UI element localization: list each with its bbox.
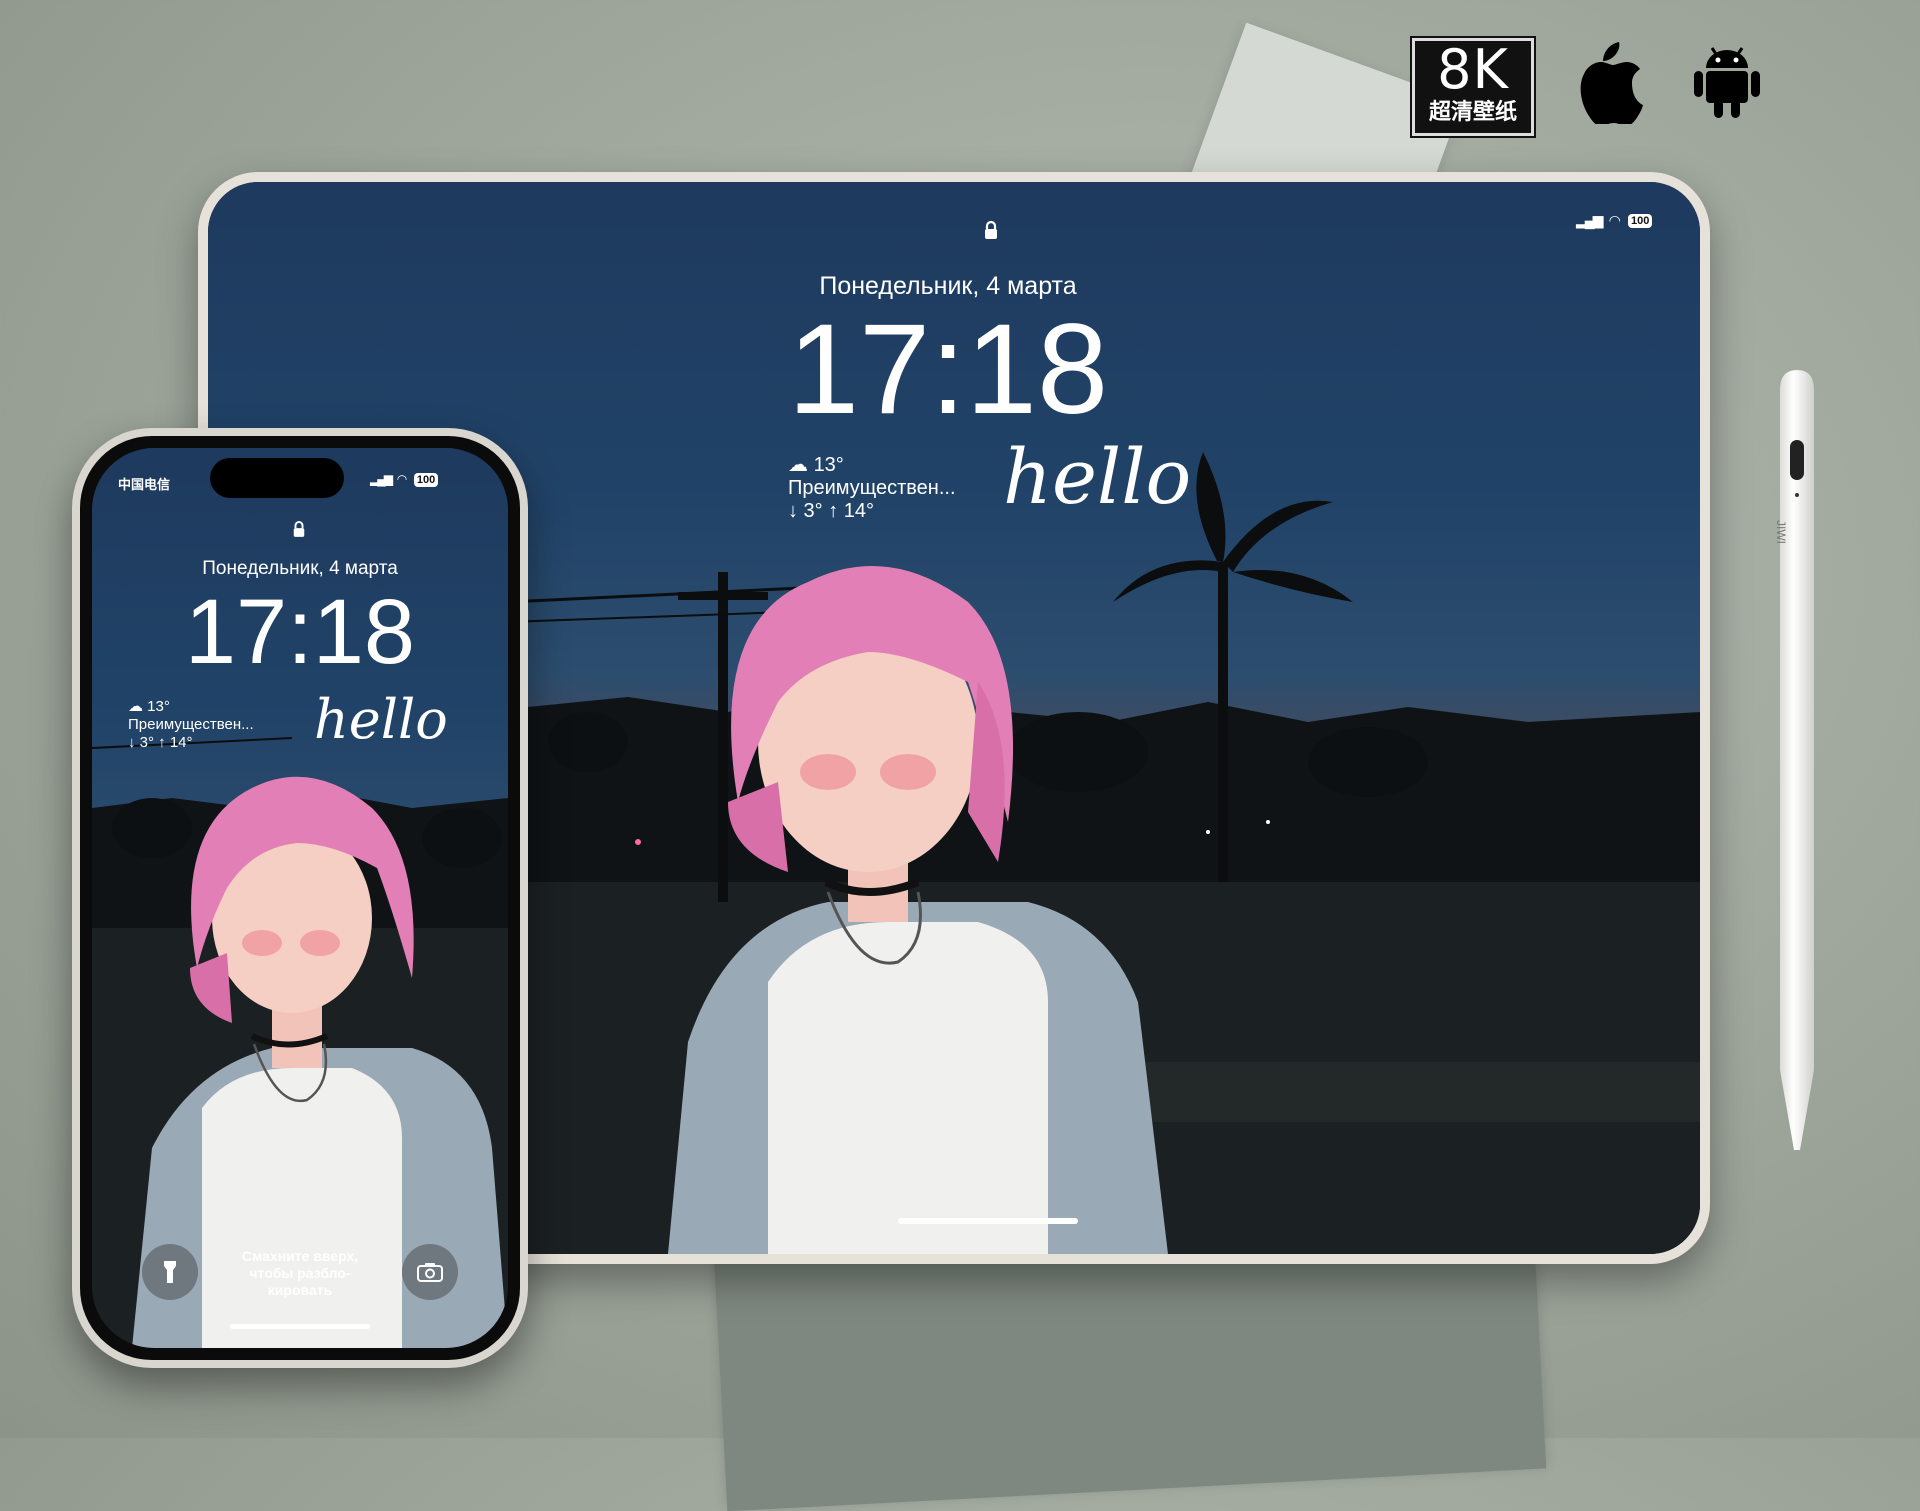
weather-desc: Преимуществен...: [128, 716, 254, 733]
weather-desc: Преимуществен...: [788, 477, 956, 499]
stylus-brand: JIWI: [1774, 520, 1788, 544]
weather-widget[interactable]: ☁ 13° Преимуществен... ↓ 3° ↑ 14°: [788, 452, 956, 523]
weather-range: ↓ 3° ↑ 14°: [788, 500, 875, 522]
tablet-status-bar: ▂▄▆ ◠ 100: [1576, 212, 1653, 229]
hello-widget: hello: [314, 688, 448, 751]
cloud-icon: ☁: [788, 454, 808, 476]
phone-lockscreen[interactable]: 中国电信 ▂▄▆ ◠ 100 Понедельник, 4 марта 17:1…: [92, 448, 508, 1348]
lockscreen-date: Понедельник, 4 марта: [202, 558, 398, 579]
hello-widget: hello: [1003, 432, 1192, 521]
camera-icon: [417, 1263, 443, 1282]
android-icon: [1694, 47, 1760, 118]
cloud-icon: ☁: [128, 698, 143, 715]
apple-icon: [1580, 42, 1643, 124]
stylus-pencil: [1780, 370, 1814, 1150]
weather-temp: 13°: [813, 454, 844, 476]
lockscreen-time: 17:18: [184, 581, 416, 683]
wifi-icon: ◠: [397, 472, 407, 486]
flashlight-button[interactable]: [142, 1244, 198, 1300]
signal-icon: ▂▄▆: [1576, 212, 1603, 228]
wifi-icon: ◠: [1609, 212, 1621, 228]
8k-badge: 8K 超清壁纸: [1410, 36, 1536, 138]
lock-icon: [985, 220, 997, 239]
carrier-label: 中国电信: [118, 477, 171, 492]
lockscreen-time: 17:18: [787, 298, 1109, 441]
weather-widget[interactable]: ☁ 13° Преимуществен... ↓ 3° ↑ 14°: [128, 698, 254, 752]
battery-icon: 100: [413, 472, 439, 487]
unlock-hint: Смахните вверх, чтобы разбло-кировать: [241, 1248, 359, 1298]
dynamic-island: [210, 458, 344, 498]
lockscreen-date: Понедельник, 4 марта: [819, 272, 1077, 300]
home-indicator[interactable]: [898, 1218, 1078, 1224]
phone-status-bar: 中国电信: [118, 474, 170, 493]
home-indicator[interactable]: [230, 1324, 370, 1329]
lock-icon: [293, 521, 305, 537]
signal-icon: ▂▄▆: [370, 472, 393, 486]
flashlight-icon: [164, 1261, 176, 1283]
weather-range: ↓ 3° ↑ 14°: [128, 734, 193, 751]
weather-temp: 13°: [147, 698, 170, 715]
phone-device: 中国电信 ▂▄▆ ◠ 100 Понедельник, 4 марта 17:1…: [72, 428, 528, 1368]
battery-icon: 100: [1628, 214, 1653, 229]
camera-button[interactable]: [402, 1244, 458, 1300]
